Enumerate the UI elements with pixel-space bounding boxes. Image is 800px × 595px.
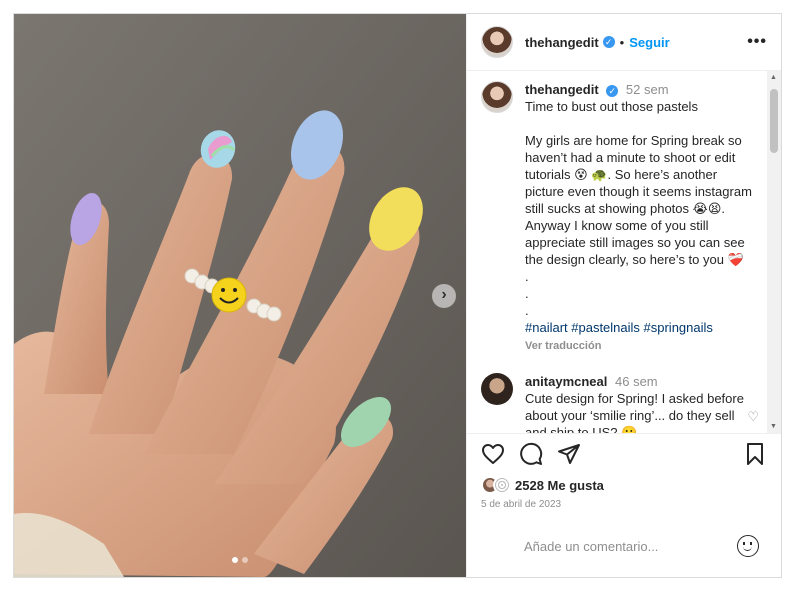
caption-avatar[interactable]: [481, 81, 513, 113]
post-header: thehangedit ✓ • Seguir •••: [467, 14, 781, 71]
add-comment-input[interactable]: Añade un comentario...: [524, 539, 658, 554]
see-translation-link[interactable]: Ver traducción: [525, 338, 759, 355]
verified-icon: ✓: [606, 84, 619, 97]
commenter-avatar[interactable]: [481, 373, 513, 405]
author-avatar[interactable]: [481, 26, 513, 58]
bookmark-icon[interactable]: [743, 442, 769, 468]
post-side-panel: thehangedit ✓ • Seguir ••• thehangedit ✓…: [466, 14, 781, 577]
caption-hashtags[interactable]: #nailart #pastelnails #springnails: [525, 319, 759, 336]
caption-text: Time to bust out those pastels My girls …: [525, 99, 752, 318]
likes-count[interactable]: 2528 Me gusta: [515, 478, 604, 493]
post-dialog: › thehangedit ✓ • Seguir ••• thehangedit…: [13, 13, 782, 578]
comment-like-icon[interactable]: ♡: [747, 409, 759, 425]
caption: thehangedit ✓ 52 sem Time to bust out th…: [481, 81, 759, 355]
author-username[interactable]: thehangedit: [525, 35, 599, 50]
scroll-thumb[interactable]: [770, 89, 778, 153]
carousel-dot: [242, 557, 248, 563]
post-image[interactable]: ›: [14, 14, 466, 577]
follow-button[interactable]: Seguir: [629, 35, 669, 50]
likes-row: 2528 Me gusta: [467, 475, 781, 495]
more-options-icon[interactable]: •••: [747, 33, 767, 51]
caption-username[interactable]: thehangedit: [525, 82, 599, 97]
carousel-dot-active: [232, 557, 238, 563]
scroll-up-arrow-icon[interactable]: ▲: [770, 74, 777, 81]
separator-dot: •: [619, 34, 625, 50]
emoji-icon[interactable]: [737, 535, 759, 557]
post-actions: [467, 433, 781, 475]
post-date[interactable]: 5 de abril de 2023: [467, 495, 781, 515]
caption-time[interactable]: 52 sem: [626, 82, 669, 97]
add-comment-bar: Añade un comentario...: [467, 515, 781, 577]
comment-time[interactable]: 46 sem: [615, 374, 658, 389]
hand-nails-photo: [14, 14, 466, 577]
liker-avatar[interactable]: [493, 476, 511, 494]
carousel-indicator: [232, 557, 248, 563]
send-icon[interactable]: [557, 442, 583, 468]
comments-list[interactable]: thehangedit ✓ 52 sem Time to bust out th…: [467, 71, 781, 433]
verified-icon: ✓: [602, 36, 615, 48]
next-image-button[interactable]: ›: [432, 284, 456, 308]
comment-item: anitaymcneal 46 sem Cute design for Spri…: [481, 373, 759, 433]
scroll-down-arrow-icon[interactable]: ▼: [770, 423, 777, 430]
comment-icon[interactable]: [519, 442, 545, 468]
commenter-username[interactable]: anitaymcneal: [525, 374, 607, 389]
comment-text: Cute design for Spring! I asked before a…: [525, 391, 748, 433]
comments-scrollbar[interactable]: ▲ ▼: [767, 71, 781, 433]
heart-icon[interactable]: [481, 442, 507, 468]
